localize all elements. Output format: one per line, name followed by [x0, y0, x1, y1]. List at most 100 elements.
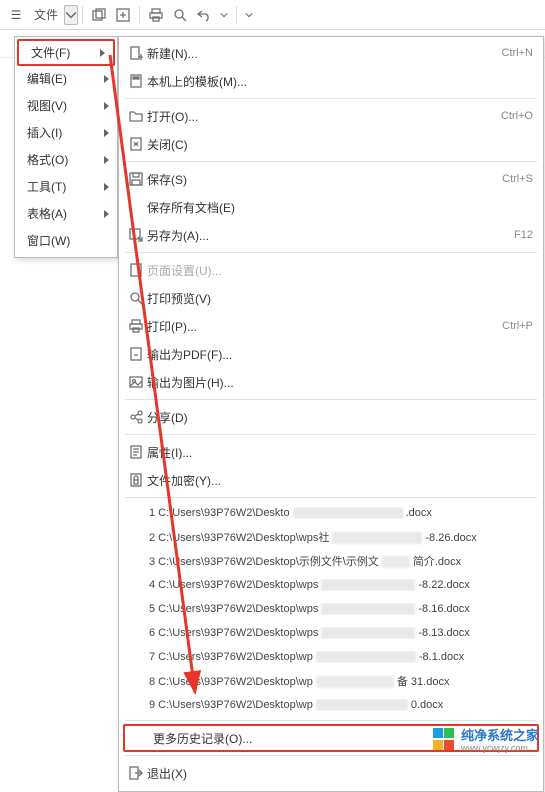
menu-item-insert[interactable]: 插入(I): [15, 119, 117, 146]
menu-item[interactable]: 输出为PDF(F)...: [119, 340, 543, 368]
menu-item[interactable]: 本机上的模板(M)...: [119, 67, 543, 95]
menu-item-label: 新建(N)...: [147, 45, 502, 62]
recent-file-item[interactable]: 2 C:\Users\93P76W2\Desktop\wps社-8.26.doc…: [119, 525, 543, 549]
recent-file-path: 4 C:\Users\93P76W2\Desktop\wps-8.22.docx: [149, 579, 533, 591]
chevron-right-icon: [100, 49, 105, 57]
menu-item-file[interactable]: 文件(F): [17, 39, 115, 66]
menu-item[interactable]: 文件加密(Y)...: [119, 466, 543, 494]
recent-file-item[interactable]: 9 C:\Users\93P76W2\Desktop\wp0.docx: [119, 693, 543, 717]
chevron-right-icon: [104, 75, 109, 83]
separator: [125, 434, 537, 435]
shortcut-label: Ctrl+P: [502, 320, 533, 332]
menu-item-label: 属性(I)...: [147, 444, 533, 461]
recent-file-item[interactable]: 3 C:\Users\93P76W2\Desktop\示例文件\示例文简介.do…: [119, 549, 543, 573]
separator: [125, 720, 537, 721]
menu-item-table[interactable]: 表格(A): [15, 200, 117, 227]
menu-item-view[interactable]: 视图(V): [15, 92, 117, 119]
recent-file-path: 3 C:\Users\93P76W2\Desktop\示例文件\示例文简介.do…: [149, 553, 533, 569]
menu-item[interactable]: 打开(O)...Ctrl+O: [119, 102, 543, 130]
menu-item-label: 打印预览(V): [147, 290, 533, 307]
file-submenu: 新建(N)...Ctrl+N 本机上的模板(M)... 打开(O)...Ctrl+O…: [118, 36, 544, 792]
menu-item-label: 保存所有文档(E): [147, 199, 533, 216]
recent-file-item[interactable]: 5 C:\Users\93P76W2\Desktop\wps-8.16.docx: [119, 597, 543, 621]
recent-file-path: 5 C:\Users\93P76W2\Desktop\wps-8.16.docx: [149, 603, 533, 615]
separator: [125, 399, 537, 400]
shortcut-label: F12: [514, 229, 533, 241]
pdf-icon: [125, 347, 147, 361]
shortcut-label: Ctrl+S: [502, 173, 533, 185]
recent-file-path: 6 C:\Users\93P76W2\Desktop\wps-8.13.docx: [149, 627, 533, 639]
menu-item[interactable]: 关闭(C): [119, 130, 543, 158]
recent-file-item[interactable]: 7 C:\Users\93P76W2\Desktop\wp-8.1.docx: [119, 645, 543, 669]
recent-file-path: 2 C:\Users\93P76W2\Desktop\wps社-8.26.doc…: [149, 529, 533, 545]
menu-item[interactable]: 打印预览(V): [119, 284, 543, 312]
saveas-icon: [125, 228, 147, 242]
menu-item-label: 视图(V): [27, 97, 67, 114]
menu-item-label: 本机上的模板(M)...: [147, 73, 533, 90]
menu-item[interactable]: 输出为图片(H)...: [119, 368, 543, 396]
menu-item-label: 窗口(W): [27, 232, 70, 249]
menu-item[interactable]: 打印(P)...Ctrl+P: [119, 312, 543, 340]
chevron-right-icon: [104, 156, 109, 164]
chevron-down-icon: [65, 8, 77, 22]
menu-item-label: 页面设置(U)...: [147, 262, 533, 279]
menu-item-label: 输出为图片(H)...: [147, 374, 533, 391]
recent-file-path: 7 C:\Users\93P76W2\Desktop\wp-8.1.docx: [149, 651, 533, 663]
preview-icon[interactable]: [168, 3, 192, 27]
recent-file-item[interactable]: 6 C:\Users\93P76W2\Desktop\wps-8.13.docx: [119, 621, 543, 645]
menu-item[interactable]: 页面设置(U)...: [119, 256, 543, 284]
menu-item-label: 分享(D): [147, 409, 533, 426]
file-menu-button[interactable]: 文件: [28, 3, 64, 27]
menu-item[interactable]: 属性(I)...: [119, 438, 543, 466]
menu-item[interactable]: 另存为(A)...F12: [119, 221, 543, 249]
recent-file-item[interactable]: 4 C:\Users\93P76W2\Desktop\wps-8.22.docx: [119, 573, 543, 597]
separator: [125, 497, 537, 498]
undo-dropdown-icon[interactable]: [216, 3, 232, 27]
new-window-icon[interactable]: [87, 3, 111, 27]
recent-file-path: 1 C:\Users\93P76W2\Deskto.docx: [149, 507, 533, 519]
file-dropdown-button[interactable]: [64, 5, 78, 25]
recent-file-item[interactable]: 8 C:\Users\93P76W2\Desktop\wp备 31.docx: [119, 669, 543, 693]
watermark-title: 纯净系统之家: [461, 728, 539, 743]
menu-item-tools[interactable]: 工具(T): [15, 173, 117, 200]
prop-icon: [125, 445, 147, 459]
menu-item[interactable]: 保存所有文档(E): [119, 193, 543, 221]
exit-icon: [125, 766, 147, 780]
recent-files-list: 1 C:\Users\93P76W2\Deskto.docx 2 C:\Users…: [119, 501, 543, 717]
menu-item-label: 保存(S): [147, 171, 502, 188]
preview-icon: [125, 291, 147, 305]
menu-item-label: 退出(X): [147, 765, 533, 782]
separator: [139, 6, 140, 24]
print-icon[interactable]: [144, 3, 168, 27]
menu-item-exit[interactable]: 退出(X): [119, 759, 543, 787]
watermark-url: www.ycwjzy.com: [461, 744, 539, 753]
recent-file-path: 9 C:\Users\93P76W2\Desktop\wp0.docx: [149, 699, 533, 711]
hamburger-icon[interactable]: ☰: [4, 3, 28, 27]
recent-file-item[interactable]: 1 C:\Users\93P76W2\Deskto.docx: [119, 501, 543, 525]
undo-icon[interactable]: [192, 3, 216, 27]
chevron-right-icon: [104, 129, 109, 137]
close-icon: [125, 137, 147, 151]
menu-item[interactable]: 保存(S)Ctrl+S: [119, 165, 543, 193]
print-icon: [125, 319, 147, 333]
redo-dropdown-icon[interactable]: [241, 3, 257, 27]
separator: [82, 6, 83, 24]
open-icon: [125, 109, 147, 123]
separator: [236, 6, 237, 24]
menu-item-label: 另存为(A)...: [147, 227, 514, 244]
logo-icon: [433, 728, 455, 750]
toolbar: ☰ 文件: [0, 0, 545, 30]
menu-item-label: 文件加密(Y)...: [147, 472, 533, 489]
menu-item-label: 关闭(C): [147, 136, 533, 153]
share-icon: [125, 410, 147, 424]
separator: [125, 98, 537, 99]
menu-item-window[interactable]: 窗口(W): [15, 227, 117, 254]
new-tab-icon[interactable]: [111, 3, 135, 27]
menu-item-format[interactable]: 格式(O): [15, 146, 117, 173]
shortcut-label: Ctrl+O: [501, 110, 533, 122]
menu-item-label: 工具(T): [27, 178, 66, 195]
menu-item[interactable]: 新建(N)...Ctrl+N: [119, 39, 543, 67]
menu-item-edit[interactable]: 编辑(E): [15, 65, 117, 92]
menu-item[interactable]: 分享(D): [119, 403, 543, 431]
chevron-right-icon: [104, 210, 109, 218]
